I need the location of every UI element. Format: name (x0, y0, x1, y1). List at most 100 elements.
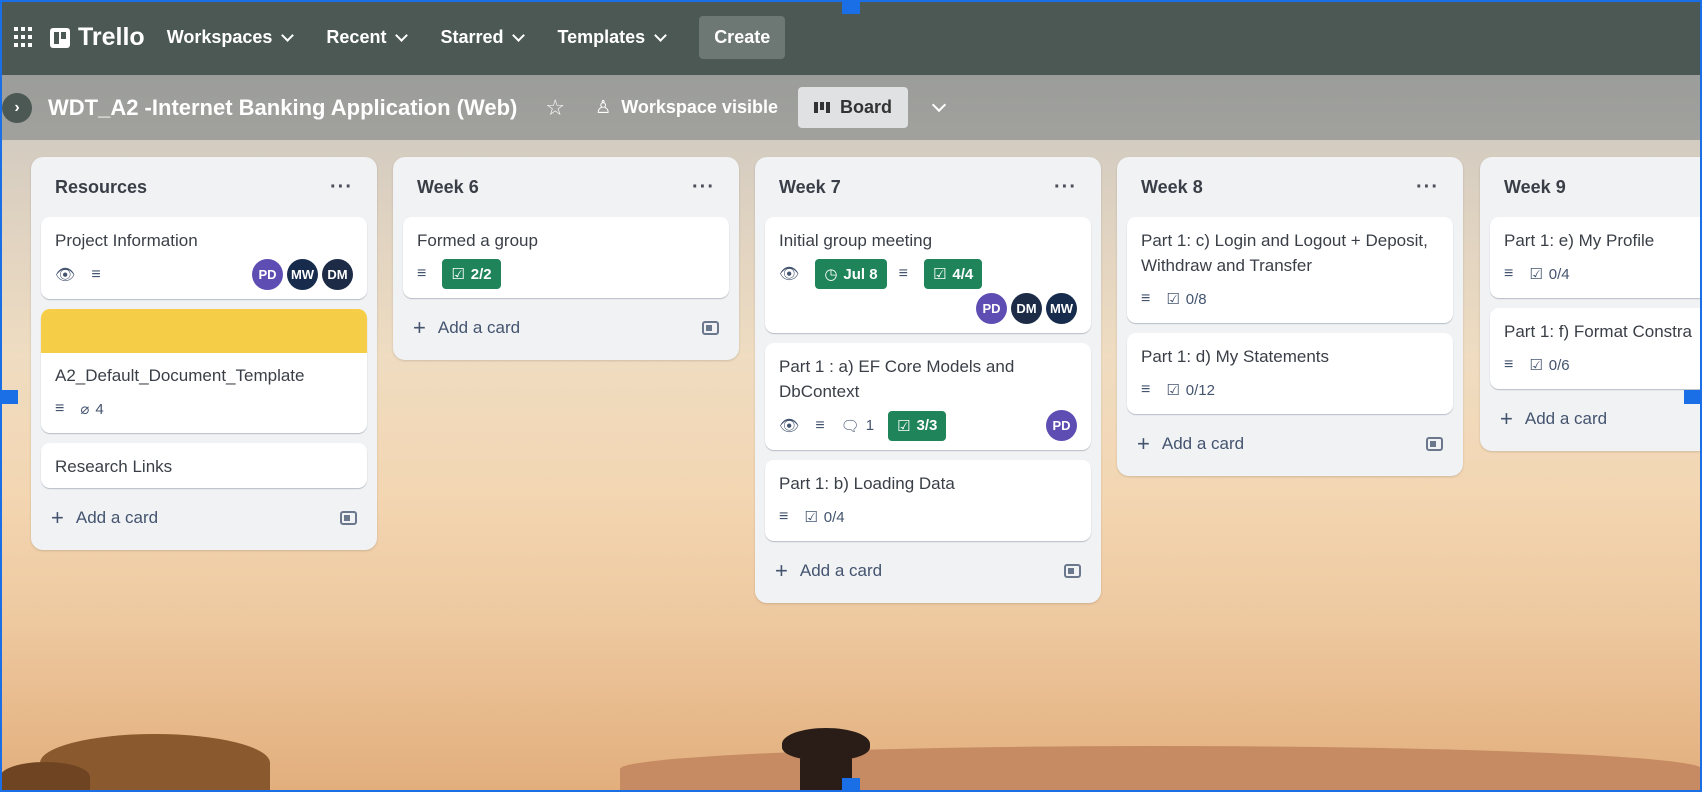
logo-text: Trello (78, 23, 145, 51)
list-title[interactable]: Resources (55, 177, 147, 198)
watching-eye-icon: 👁 (779, 417, 800, 435)
board-view-button[interactable]: Board (797, 87, 908, 128)
create-button[interactable]: Create (699, 16, 786, 59)
checklist-badge: ☑ 0/12 (1166, 381, 1215, 400)
chevron-down-icon[interactable] (931, 97, 947, 112)
resize-handle[interactable] (842, 778, 860, 792)
checkbox-icon: ☑ (1166, 382, 1180, 399)
list-menu-icon[interactable]: ··· (1416, 176, 1439, 199)
avatar[interactable]: MW (1046, 293, 1077, 324)
visibility-button[interactable]: Workspace visible (621, 97, 778, 118)
card-members: PD MW DM (252, 259, 353, 290)
card-login-logout[interactable]: Part 1: c) Login and Logout + Deposit, W… (1127, 217, 1453, 323)
card-badges: ≡ ☑ 0/4 (779, 502, 1077, 532)
checklist-count: 0/4 (823, 508, 845, 526)
add-card-button[interactable]: + Add a card (1490, 399, 1702, 439)
star-icon[interactable]: ☆ (545, 95, 565, 121)
card-badges: ≡ ☑ 2/2 (417, 259, 715, 289)
avatar[interactable]: MW (287, 259, 318, 290)
list-menu-icon[interactable]: ··· (1054, 176, 1077, 199)
create-from-template-icon[interactable] (1064, 564, 1081, 578)
plus-icon: + (413, 315, 426, 340)
add-card-button[interactable]: + Add a card (765, 551, 1091, 591)
add-card-label: Add a card (437, 318, 521, 337)
resize-handle[interactable] (0, 390, 18, 404)
card-formed-a-group[interactable]: Formed a group ≡ ☑ 2/2 (403, 217, 729, 298)
add-card-button[interactable]: + Add a card (403, 308, 729, 348)
checkbox-icon: ☑ (804, 509, 818, 526)
add-card-button[interactable]: + Add a card (1127, 424, 1453, 464)
card-title: Formed a group (417, 231, 538, 250)
list-menu-icon[interactable]: ··· (330, 176, 353, 199)
create-from-template-icon[interactable] (340, 511, 357, 525)
avatar[interactable]: PD (1046, 410, 1077, 441)
description-icon: ≡ (815, 416, 825, 434)
description-icon: ≡ (898, 265, 908, 282)
nav-starred[interactable]: Starred (440, 27, 526, 48)
card-project-information[interactable]: Project Information 👁 ≡ PD MW DM (41, 217, 367, 299)
resize-handle[interactable] (842, 0, 860, 14)
list-title[interactable]: Week 7 (779, 177, 841, 198)
card-format-constraints[interactable]: Part 1: f) Format Constra ≡ ☑ 0/6 (1490, 308, 1702, 389)
create-from-template-icon[interactable] (702, 321, 719, 335)
trello-logo-icon (50, 27, 70, 48)
card-title: Part 1 : a) EF Core Models and DbContext (779, 357, 1015, 401)
checklist-count: 0/4 (1548, 265, 1570, 283)
list-menu-icon[interactable]: ··· (692, 176, 715, 199)
checklist-count: 0/6 (1548, 356, 1570, 374)
create-from-template-icon[interactable] (1426, 437, 1443, 451)
card-loading-data[interactable]: Part 1: b) Loading Data ≡ ☑ 0/4 (765, 460, 1091, 541)
avatar[interactable]: DM (1011, 293, 1042, 324)
card-a2-default-document-template[interactable]: A2_Default_Document_Template ≡ ⌀ 4 (41, 309, 367, 433)
checkbox-icon: ☑ (932, 266, 947, 283)
checklist-badge: ☑ 0/6 (1529, 356, 1570, 375)
add-card-button[interactable]: + Add a card (41, 498, 367, 538)
card-my-profile[interactable]: Part 1: e) My Profile ≡ ☑ 0/4 (1490, 217, 1702, 298)
add-card-label: Add a card (1524, 409, 1608, 428)
expand-sidebar-button[interactable]: › (2, 92, 32, 123)
board-view-icon (813, 102, 830, 113)
chevron-down-icon (512, 28, 526, 42)
trello-logo[interactable]: Trello (50, 23, 145, 52)
workspace-visibility-icon: ♙ (595, 97, 612, 117)
list-resources: Resources ··· Project Information 👁 ≡ PD… (31, 157, 377, 550)
list-header: Week 6 ··· (403, 157, 729, 217)
checklist-badge: ☑ 4/4 (923, 259, 983, 289)
card-research-links[interactable]: Research Links (41, 443, 367, 488)
checklist-count: 0/12 (1185, 381, 1215, 399)
card-my-statements[interactable]: Part 1: d) My Statements ≡ ☑ 0/12 (1127, 333, 1453, 414)
card-ef-core-models[interactable]: Part 1 : a) EF Core Models and DbContext… (765, 343, 1091, 450)
checklist-badge: ☑ 0/4 (804, 508, 845, 527)
card-badges: ≡ ☑ 0/8 (1141, 284, 1439, 314)
chevron-down-icon (395, 28, 409, 42)
board-title[interactable]: WDT_A2 -Internet Banking Application (We… (48, 95, 517, 121)
app-switcher-icon[interactable] (14, 26, 36, 49)
card-title: Research Links (55, 457, 173, 476)
card-badges: 👁 ≡ 🗨 1 ☑ 3/3 PD (779, 410, 1077, 441)
list-title[interactable]: Week 6 (417, 177, 479, 198)
card-initial-group-meeting[interactable]: Initial group meeting 👁 ◷ Jul 8 ≡ ☑ 4/4 … (765, 217, 1091, 333)
list-title[interactable]: Week 9 (1504, 177, 1566, 198)
background-tree (0, 762, 90, 792)
checklist-count: 2/2 (470, 265, 492, 283)
nav-workspaces[interactable]: Workspaces (166, 27, 295, 48)
nav-label: Workspaces (166, 27, 273, 47)
avatar[interactable]: PD (976, 293, 1007, 324)
nav-label: Starred (440, 27, 504, 47)
nav-templates[interactable]: Templates (557, 27, 668, 48)
comment-count: 1 (865, 417, 875, 434)
clock-icon: ◷ (824, 266, 838, 283)
card-title: A2_Default_Document_Template (55, 366, 305, 385)
list-week-6: Week 6 ··· Formed a group ≡ ☑ 2/2 + Add … (393, 157, 739, 360)
list-title[interactable]: Week 8 (1141, 177, 1203, 198)
description-icon: ≡ (91, 265, 101, 283)
description-icon: ≡ (779, 508, 789, 525)
resize-handle[interactable] (1684, 390, 1702, 404)
card-cover (41, 309, 367, 353)
plus-icon: + (1137, 431, 1150, 456)
avatar[interactable]: PD (252, 259, 283, 290)
nav-recent[interactable]: Recent (326, 27, 409, 48)
checkbox-icon: ☑ (1529, 357, 1543, 374)
watching-eye-icon: 👁 (779, 266, 800, 283)
avatar[interactable]: DM (322, 259, 353, 290)
